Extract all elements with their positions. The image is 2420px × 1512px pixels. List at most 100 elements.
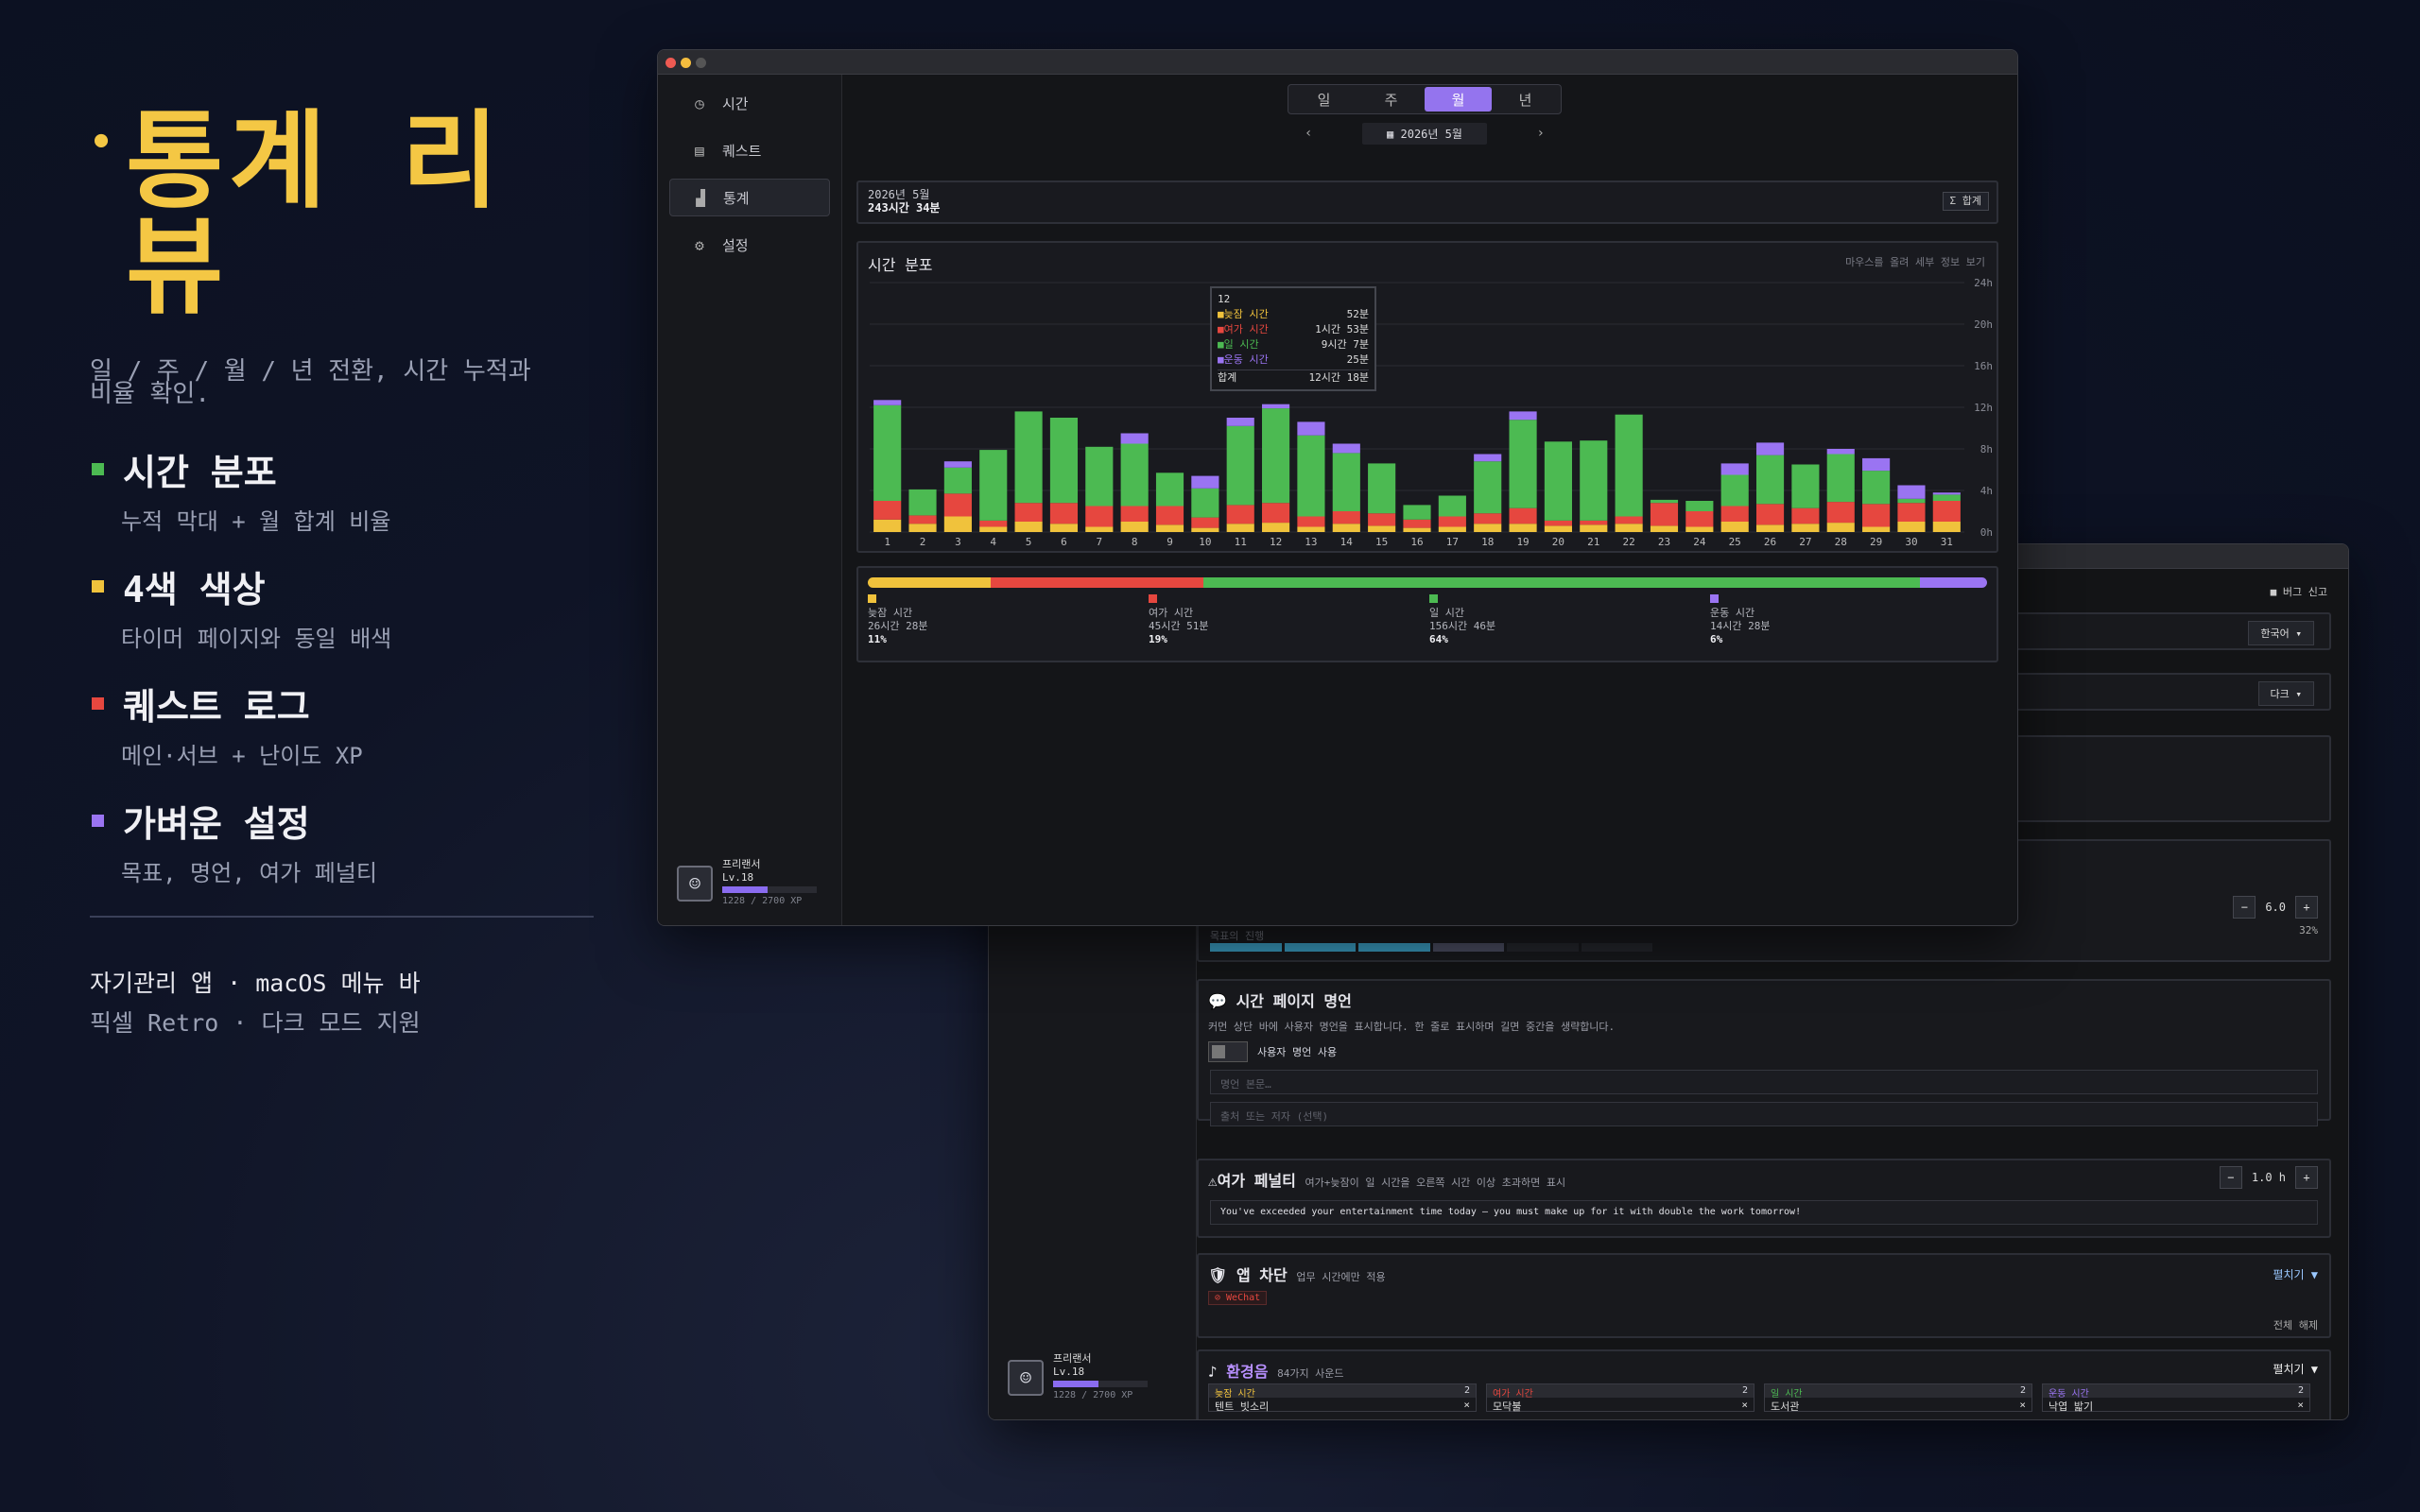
bar-segment: [979, 450, 1008, 521]
minimize-window-button[interactable]: [681, 58, 691, 68]
stacked-bar-chart[interactable]: 0h4h8h12h16h20h24h1 2 3 4 5 6 7 8 9 10 11 12 13 14 15 1…: [858, 243, 1996, 551]
sound-item[interactable]: 모닥불: [1493, 1399, 1521, 1414]
sidebar-item-stats[interactable]: ▟ 통계: [669, 179, 830, 216]
bar-segment: [1226, 425, 1254, 506]
goal-value: 6.0: [2265, 901, 2286, 914]
bar-segment: [1474, 513, 1502, 524]
feature-title: 4색 색상: [123, 569, 266, 610]
close-icon[interactable]: ×: [2019, 1399, 2026, 1414]
x-tick-label: 31: [1941, 536, 1953, 548]
sound-item[interactable]: 텐트 빗소리: [1215, 1399, 1269, 1414]
bar-segment: [1191, 527, 1219, 532]
tab-week[interactable]: 주: [1357, 87, 1425, 112]
y-tick-label: 24h: [1974, 277, 1993, 289]
bar-segment: [1120, 522, 1149, 532]
bar-segment: [1755, 455, 1785, 505]
profile-level: Lv.18: [1053, 1366, 1085, 1378]
x-tick-label: 3: [955, 536, 961, 548]
bar-segment: [1791, 524, 1820, 532]
bar-segment: [873, 519, 902, 532]
bar-segment: [1262, 523, 1290, 532]
next-period-button[interactable]: ›: [1537, 126, 1545, 141]
bar-segment: [1403, 527, 1431, 532]
quote-source-input[interactable]: 출처 또는 저자 (선택): [1210, 1102, 2318, 1126]
sum-button[interactable]: Σ 합계: [1942, 192, 1989, 211]
prev-period-button[interactable]: ‹: [1305, 126, 1312, 141]
ambient-expand-button[interactable]: 펼치기 ▼: [2273, 1361, 2318, 1377]
profile: ☺ 프리랜서 Lv.18 1228 / 2700 XP: [677, 858, 817, 908]
footer-line-2: 픽셀 Retro · 다크 모드 지원: [90, 1009, 421, 1037]
quote-text-input[interactable]: 명언 본문…: [1210, 1070, 2318, 1094]
blocked-app-chip[interactable]: ⊘ WeChat: [1208, 1291, 1268, 1305]
bar-segment: [943, 516, 972, 532]
x-tick-label: 16: [1410, 536, 1423, 548]
clear-all-button[interactable]: 전체 해제: [2273, 1317, 2318, 1332]
bar-segment: [1650, 525, 1679, 532]
sidebar-item-label: 시간: [722, 94, 749, 112]
bug-report-link[interactable]: ■ 버그 신고: [2271, 584, 2327, 599]
x-tick-label: 18: [1481, 536, 1494, 548]
sidebar-item-quest[interactable]: ▤ 퀘스트: [669, 131, 830, 169]
bar-segment: [1932, 494, 1961, 501]
tab-year[interactable]: 년: [1492, 87, 1559, 112]
x-tick-label: 24: [1693, 536, 1706, 548]
x-tick-label: 6: [1061, 536, 1067, 548]
zoom-window-button[interactable]: [696, 58, 706, 68]
period-segmented-control: 일 주 월 년: [1288, 84, 1562, 114]
tab-month[interactable]: 월: [1425, 87, 1492, 112]
y-tick-label: 0h: [1980, 526, 1993, 539]
xp-bar: [722, 886, 817, 893]
bar-segment: [1120, 443, 1149, 507]
tooltip-total-label: 합계: [1218, 371, 1237, 384]
minus-button[interactable]: −: [2233, 896, 2256, 919]
quote-toggle[interactable]: [1208, 1041, 1248, 1062]
breakdown-time: 156시간 46분: [1429, 620, 1496, 632]
bar-segment: [1332, 511, 1360, 524]
x-tick-label: 30: [1905, 536, 1917, 548]
y-tick-label: 20h: [1974, 318, 1993, 331]
minus-button[interactable]: −: [2219, 1166, 2242, 1189]
bar-segment: [1650, 503, 1679, 526]
date-picker[interactable]: ▦ 2026년 5월: [1362, 122, 1487, 145]
close-icon[interactable]: ×: [1463, 1399, 1470, 1414]
footer-line-1: 자기관리 앱 · macOS 메뉴 바: [90, 970, 421, 997]
y-tick-label: 16h: [1974, 360, 1993, 372]
bar-segment: [1474, 461, 1502, 514]
xp-text: 1228 / 2700 XP: [722, 896, 803, 906]
close-icon[interactable]: ×: [1741, 1399, 1748, 1414]
x-tick-label: 11: [1235, 536, 1247, 548]
bar-segment: [1438, 526, 1466, 532]
tooltip-row-label: ■일 시간: [1218, 338, 1259, 351]
language-select[interactable]: 한국어 ▾: [2248, 621, 2314, 645]
penalty-stepper[interactable]: −1.0 h +: [2219, 1166, 2318, 1189]
x-tick-label: 27: [1799, 536, 1811, 548]
bar-segment: [1755, 524, 1785, 532]
feature-title: 퀘스트 로그: [123, 686, 310, 728]
tab-day[interactable]: 일: [1290, 87, 1357, 112]
x-tick-label: 29: [1870, 536, 1882, 548]
theme-select[interactable]: 다크 ▾: [2257, 681, 2314, 706]
breakdown-item: 여가 시간 45시간 51분 19%: [1149, 594, 1208, 646]
sound-count: 2: [1741, 1385, 1748, 1396]
plus-button[interactable]: +: [2295, 896, 2318, 919]
sound-count: 2: [2019, 1385, 2026, 1396]
sidebar-item-time[interactable]: ◷ 시간: [669, 84, 830, 122]
sidebar: ◷ 시간 ▤ 퀘스트 ▟ 통계 ⚙ 설정 ☺ 프리랜서 Lv.18 1228 / 2700 …: [658, 75, 842, 925]
sound-count: 2: [1463, 1385, 1470, 1396]
sound-item[interactable]: 도서관: [1771, 1399, 1799, 1414]
sound-item[interactable]: 낙엽 밟기: [2048, 1399, 2093, 1414]
bar-segment: [1014, 522, 1043, 532]
bar-segment: [1403, 519, 1431, 528]
close-icon[interactable]: ×: [2297, 1399, 2304, 1414]
bar-segment: [1544, 525, 1572, 532]
penalty-message-input[interactable]: You've exceeded your entertainment time …: [1210, 1200, 2318, 1225]
summary-month: 2026년 5월: [868, 188, 930, 201]
sidebar-item-settings[interactable]: ⚙ 설정: [669, 226, 830, 264]
close-window-button[interactable]: [666, 58, 676, 68]
goal-stepper[interactable]: −6.0 +: [2233, 896, 2318, 919]
y-tick-label: 12h: [1974, 402, 1993, 414]
block-expand-button[interactable]: 펼치기 ▼: [2273, 1266, 2318, 1282]
profile-name: 프리랜서: [1053, 1352, 1092, 1365]
plus-button[interactable]: +: [2295, 1166, 2318, 1189]
bar-segment: [1755, 504, 1785, 525]
